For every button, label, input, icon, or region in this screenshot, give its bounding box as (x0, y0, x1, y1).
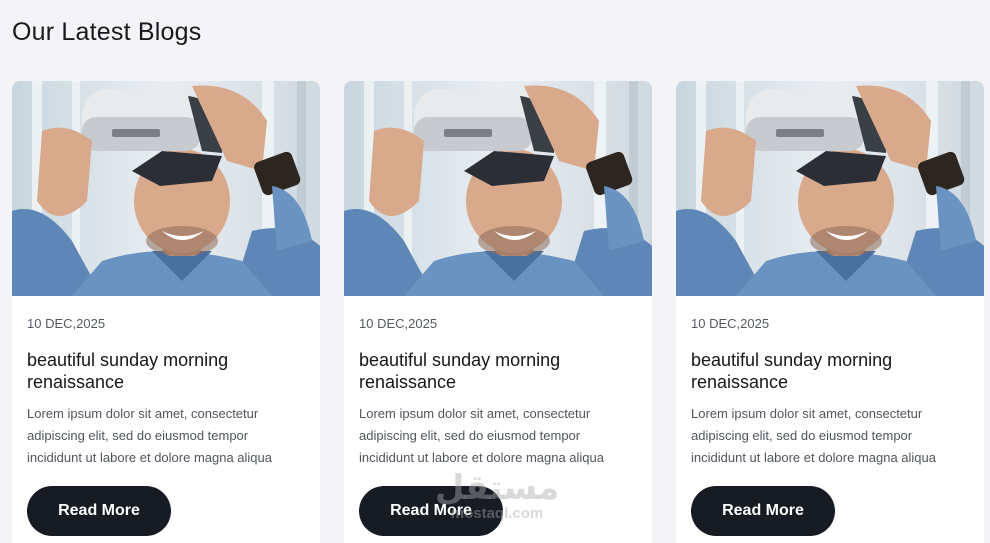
blog-card-excerpt: Lorem ipsum dolor sit amet, consectetur … (691, 406, 937, 465)
blog-card-body: 10 DEC,2025 beautiful sunday morning ren… (12, 316, 320, 536)
blog-card-title[interactable]: beautiful sunday morning renaissance (27, 349, 305, 393)
blog-card-body: 10 DEC,2025 beautiful sunday morning ren… (344, 316, 652, 536)
blog-card-title[interactable]: beautiful sunday morning renaissance (359, 349, 637, 393)
blog-card-date: 10 DEC,2025 (691, 316, 770, 331)
blog-card-title[interactable]: beautiful sunday morning renaissance (691, 349, 969, 393)
read-more-button[interactable]: Read More (691, 486, 835, 536)
blog-card-body: 10 DEC,2025 beautiful sunday morning ren… (676, 316, 984, 536)
blog-card-excerpt: Lorem ipsum dolor sit amet, consectetur … (359, 406, 605, 465)
blog-card: 10 DEC,2025 beautiful sunday morning ren… (676, 81, 984, 543)
read-more-button[interactable]: Read More (27, 486, 171, 536)
blog-card-image[interactable] (344, 81, 652, 296)
read-more-button[interactable]: Read More (359, 486, 503, 536)
blog-card-date: 10 DEC,2025 (27, 316, 106, 331)
blog-card-image[interactable] (12, 81, 320, 296)
section-title: Our Latest Blogs (12, 18, 202, 46)
blog-card-date: 10 DEC,2025 (359, 316, 438, 331)
vr-headset-photo (344, 81, 652, 296)
blog-card: 10 DEC,2025 beautiful sunday morning ren… (12, 81, 320, 543)
vr-headset-photo (12, 81, 320, 296)
blog-card: 10 DEC,2025 beautiful sunday morning ren… (344, 81, 652, 543)
blog-card-excerpt: Lorem ipsum dolor sit amet, consectetur … (27, 406, 273, 465)
blog-card-image[interactable] (676, 81, 984, 296)
vr-headset-photo (676, 81, 984, 296)
blog-section: Our Latest Blogs 10 DEC,2025 beautiful s… (0, 0, 990, 543)
